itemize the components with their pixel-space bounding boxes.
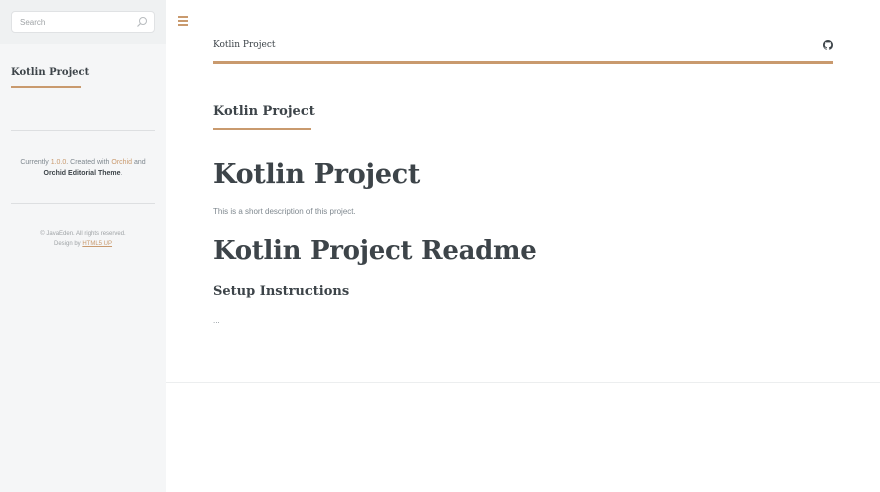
page-description: This is a short description of this proj…	[213, 207, 356, 216]
setup-heading: Setup Instructions	[213, 284, 350, 299]
search-area	[0, 0, 166, 44]
theme-name: Orchid Editorial Theme	[43, 170, 121, 177]
search-input[interactable]	[12, 12, 132, 32]
credit-period: .	[120, 170, 123, 177]
sidebar-divider	[11, 130, 155, 131]
readme-heading: Kotlin Project Readme	[213, 236, 537, 266]
version-link[interactable]: 1.0.0	[51, 159, 67, 166]
copyright-text: © JavaEden. All rights reserved.	[40, 231, 126, 237]
header-logo-link[interactable]: Kotlin Project	[213, 40, 275, 50]
sidebar: Kotlin Project Currently 1.0.0. Created …	[0, 0, 166, 492]
design-by-text: Design by	[53, 241, 81, 247]
sidebar-item-home[interactable]: Kotlin Project	[11, 67, 89, 78]
credit-and-text: and	[133, 159, 146, 166]
hamburger-menu-icon[interactable]	[176, 15, 190, 27]
page-title: Kotlin Project	[213, 159, 421, 190]
sidebar-copyright: © JavaEden. All rights reserved. Design …	[11, 229, 155, 249]
html5up-link[interactable]: HTML5 UP	[82, 241, 112, 247]
credit-currently-text: Currently	[20, 159, 49, 166]
header-underline	[213, 61, 833, 64]
content-divider	[166, 382, 880, 383]
orchid-link[interactable]: Orchid	[111, 159, 132, 166]
body-text: ...	[213, 316, 220, 325]
section-title-underline	[213, 128, 311, 130]
credit-created-with-text: . Created with	[66, 159, 110, 166]
search-box[interactable]	[11, 11, 155, 33]
section-title: Kotlin Project	[213, 104, 315, 119]
sidebar-title-underline	[11, 86, 81, 88]
search-icon[interactable]	[136, 16, 148, 28]
github-icon[interactable]	[823, 40, 833, 50]
sidebar-divider	[11, 203, 155, 204]
sidebar-credit: Currently 1.0.0. Created with Orchid and…	[11, 157, 155, 179]
